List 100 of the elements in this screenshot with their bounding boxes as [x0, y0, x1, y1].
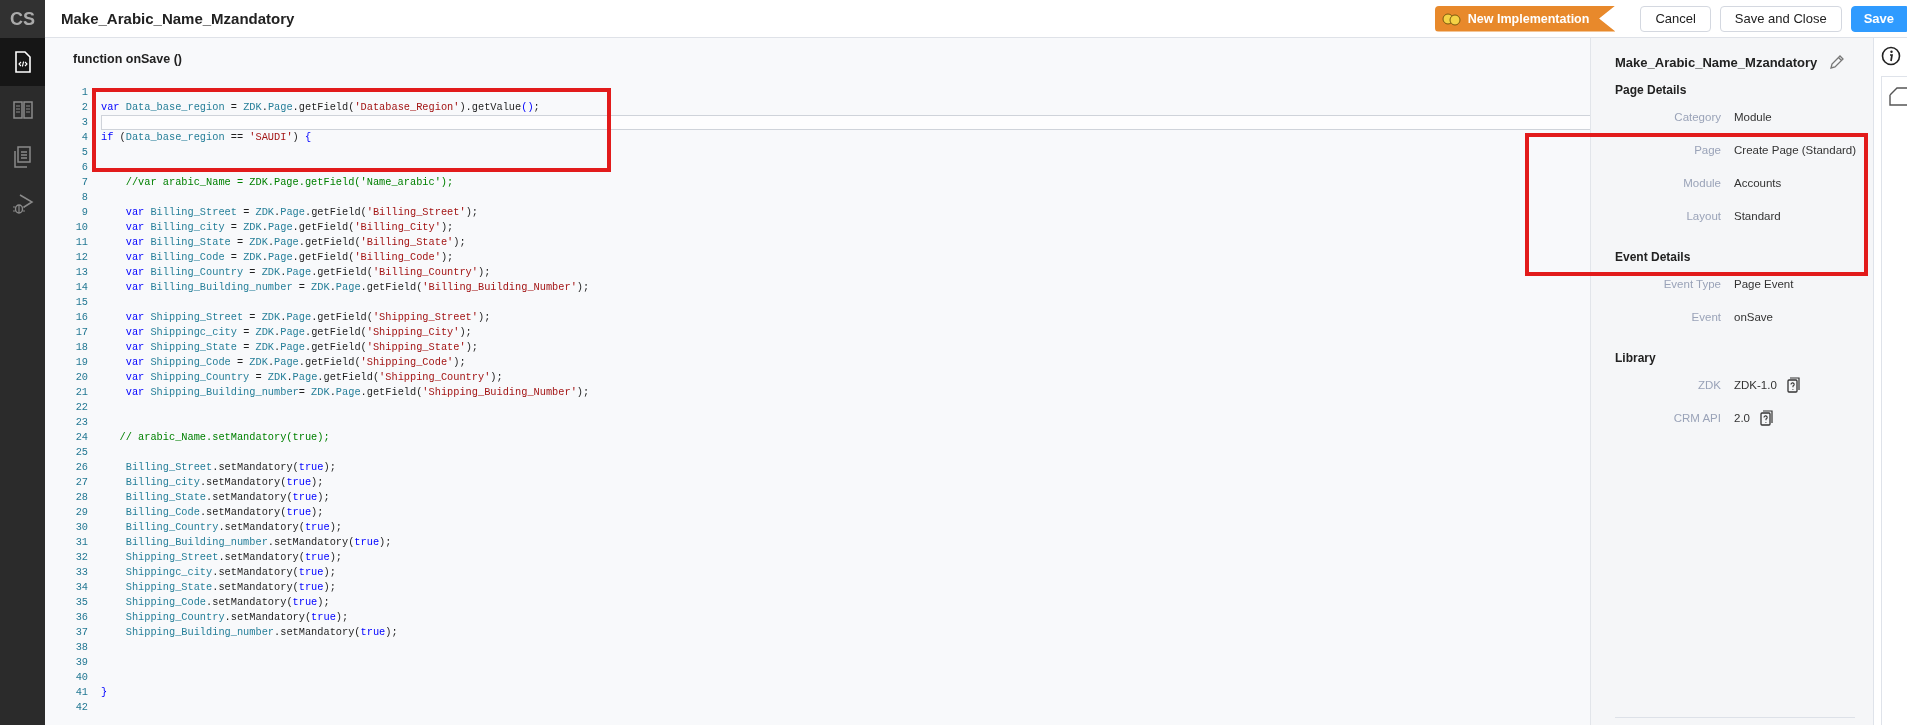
line-number: 26: [74, 460, 88, 475]
line-number: 37: [74, 625, 88, 640]
line-number: 19: [74, 355, 88, 370]
code-line: Shipping_Country.setMandatory(true);: [124, 611, 349, 623]
detail-value: Standard: [1734, 209, 1781, 222]
line-number: 41: [74, 685, 88, 700]
code-line: Shipping_State.setMandatory(true);: [124, 581, 336, 593]
bug-play-icon: [11, 192, 34, 215]
section-heading: Library: [1615, 350, 1657, 367]
line-number: 16: [74, 310, 88, 325]
detail-value: ZDK-1.0: [1734, 378, 1777, 391]
code-line: Billing_Code.setMandatory(true);: [124, 506, 324, 518]
code-line: var Shipping_Country = ZDK.Page.getField('Shipping_Country');: [124, 371, 503, 383]
tag-icon[interactable]: [1889, 85, 1907, 107]
detail-value: Accounts: [1734, 176, 1782, 189]
code-line: Shippingc_city.setMandatory(true);: [124, 566, 336, 578]
pencil-icon[interactable]: [1829, 54, 1845, 70]
line-number: 20: [74, 370, 88, 385]
line-number: 15: [74, 295, 88, 310]
detail-label: Page: [1693, 143, 1721, 156]
line-number: 33: [74, 565, 88, 580]
detail-label: Category: [1673, 110, 1721, 123]
code-line: var Shipping_State = ZDK.Page.getField('Shipping_State');: [124, 341, 478, 353]
detail-value: Module: [1734, 110, 1772, 123]
line-number: 36: [74, 610, 88, 625]
line-number: 31: [74, 535, 88, 550]
detail-value: onSave: [1734, 310, 1773, 323]
line-number: 25: [74, 445, 88, 460]
code-line: var Billing_Building_number = ZDK.Page.getField('Billing_Building_Number');: [124, 281, 590, 293]
script-name: Make_Arabic_Name_Mzandatory: [1615, 54, 1818, 70]
line-number: 29: [74, 505, 88, 520]
detail-label: CRM API: [1672, 411, 1721, 424]
detail-label: Module: [1682, 176, 1721, 189]
line-number: 6: [80, 160, 88, 175]
sidebar-item[interactable]: [0, 38, 45, 86]
line-number: 5: [80, 145, 88, 160]
line-number: 32: [74, 550, 88, 565]
code-line: var Billing_Code = ZDK.Page.getField('Billing_Code');: [124, 251, 454, 263]
detail-value: Create Page (Standard): [1734, 143, 1857, 156]
line-number: 35: [74, 595, 88, 610]
code-line: var Billing_city = ZDK.Page.getField('Billing_City');: [124, 221, 454, 233]
line-number: 7: [80, 175, 88, 190]
line-number: 4: [80, 130, 88, 145]
line-number: 42: [74, 700, 88, 715]
code-line: Billing_Street.setMandatory(true);: [124, 461, 336, 473]
detail-label: ZDK: [1697, 378, 1721, 391]
detail-value: 2.0: [1734, 411, 1750, 424]
book-icon: [11, 99, 34, 120]
line-number: 13: [74, 265, 88, 280]
help-document-icon[interactable]: [1760, 409, 1773, 426]
line-number: 38: [74, 640, 88, 655]
line-number: 23: [74, 415, 88, 430]
code-line: Shipping_Building_number.setMandatory(true);: [124, 626, 398, 638]
info-icon[interactable]: [1880, 46, 1901, 66]
code-line: var Shippingc_city = ZDK.Page.getField('Shipping_City');: [124, 326, 472, 338]
line-number: 22: [74, 400, 88, 415]
line-number: 39: [74, 655, 88, 670]
line-number: 10: [74, 220, 88, 235]
line-number: 34: [74, 580, 88, 595]
help-document-icon[interactable]: [1786, 376, 1800, 393]
line-number: 1: [80, 85, 88, 100]
code-line: var Billing_Country = ZDK.Page.getField('Billing_Country');: [124, 266, 491, 278]
code-line: var Shipping_Code = ZDK.Page.getField('Shipping_Code');: [124, 356, 466, 368]
code-line: }: [101, 686, 108, 698]
code-line: if (Data_base_region == 'SAUDI') {: [101, 131, 312, 143]
line-number: 14: [74, 280, 88, 295]
detail-value: Page Event: [1734, 277, 1794, 290]
line-number: 8: [80, 190, 88, 205]
code-line: var Shipping_Street = ZDK.Page.getField('Shipping_Street');: [124, 311, 491, 323]
code-line: var Shipping_Building_number= ZDK.Page.getField('Shipping_Buiding_Number');: [124, 386, 590, 398]
line-number: 27: [74, 475, 88, 490]
header-button[interactable]: Save and Close: [1719, 5, 1842, 32]
line-number: 2: [80, 100, 88, 115]
code-line: // arabic_Name.setMandatory(true);: [118, 431, 330, 443]
line-number: 11: [74, 235, 88, 250]
line-number: 40: [74, 670, 88, 685]
app-logo: CS: [0, 0, 45, 38]
code-line: var Billing_State = ZDK.Page.getField('Billing_State');: [124, 236, 466, 248]
detail-label: Layout: [1685, 209, 1721, 222]
header-button[interactable]: Cancel: [1640, 5, 1711, 32]
line-number: 12: [74, 250, 88, 265]
code-line: Shipping_Street.setMandatory(true);: [124, 551, 342, 563]
detail-label: Event Type: [1662, 277, 1721, 290]
code-line: Shipping_Code.setMandatory(true);: [124, 596, 330, 608]
line-number: 21: [74, 385, 88, 400]
function-signature: function onSave (): [72, 51, 184, 68]
code-line: //var arabic_Name = ZDK.Page.getField('Name_arabic');: [124, 176, 454, 188]
code-line: Billing_State.setMandatory(true);: [124, 491, 330, 503]
line-number: 3: [80, 115, 88, 130]
line-number: 18: [74, 340, 88, 355]
line-number: 24: [74, 430, 88, 445]
documents-icon: [12, 145, 33, 168]
line-number: 30: [74, 520, 88, 535]
code-file-icon: [13, 51, 32, 73]
code-line: Billing_Country.setMandatory(true);: [124, 521, 342, 533]
detail-label: Event: [1690, 310, 1721, 323]
code-line: var Data_base_region = ZDK.Page.getField('Database_Region').getValue();: [101, 101, 540, 113]
coins-icon: [1441, 11, 1462, 26]
code-line: var Billing_Street = ZDK.Page.getField('Billing_Street');: [124, 206, 478, 218]
code-line: Billing_city.setMandatory(true);: [124, 476, 324, 488]
